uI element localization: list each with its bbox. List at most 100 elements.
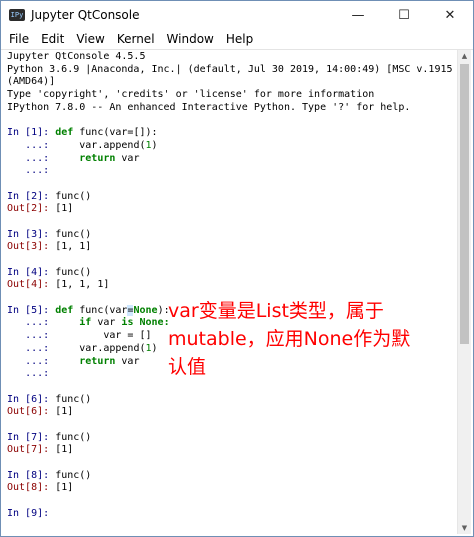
minimize-button[interactable]: — — [335, 1, 381, 29]
keyword: is — [121, 317, 134, 329]
input-prompt: In [2]: — [7, 190, 50, 202]
output-line: Out[4]: [1, 1, 1] — [7, 279, 453, 292]
menu-file[interactable]: File — [3, 32, 35, 46]
code-text: func() — [55, 431, 92, 443]
maximize-icon: ☐ — [398, 7, 410, 23]
vertical-scrollbar[interactable]: ▲ ▼ — [457, 50, 471, 534]
window-title: Jupyter QtConsole — [31, 8, 140, 22]
annotation-line: 认值 — [168, 356, 207, 378]
output-prompt: Out[4]: — [7, 279, 50, 291]
code-text: ) — [151, 342, 158, 354]
output-line: Out[3]: [1, 1] — [7, 241, 453, 254]
menu-kernel[interactable]: Kernel — [111, 32, 161, 46]
input-prompt: In [8]: — [7, 469, 50, 481]
menu-window[interactable]: Window — [161, 32, 220, 46]
output-line: Out[8]: [1] — [7, 482, 453, 495]
input-prompt: In [6]: — [7, 393, 50, 405]
code-text: var.append( — [79, 342, 146, 354]
input-line: In [4]: func() — [7, 267, 453, 280]
output-prompt: Out[7]: — [7, 444, 50, 456]
keyword: return — [79, 355, 116, 367]
banner-line: IPython 7.8.0 -- An enhanced Interactive… — [7, 101, 411, 113]
continuation-prompt: ...: — [25, 368, 50, 380]
keyword: if — [79, 317, 92, 329]
menu-help[interactable]: Help — [220, 32, 259, 46]
minimize-icon: — — [351, 7, 365, 23]
code-text: ) — [151, 139, 158, 151]
input-line: In [8]: func() — [7, 470, 453, 483]
output-value: [1, 1] — [55, 241, 92, 253]
output-line: Out[2]: [1] — [7, 203, 453, 216]
annotation-note: var变量是List类型，属于 mutable，应用None作为默 认值 — [168, 297, 468, 381]
menu-view[interactable]: View — [70, 32, 110, 46]
continuation-prompt: ...: — [25, 317, 50, 329]
banner-line: Type 'copyright', 'credits' or 'license'… — [7, 89, 375, 101]
continuation-line: ...: return var — [7, 153, 453, 166]
code-text: func() — [55, 190, 92, 202]
continuation-prompt: ...: — [25, 342, 50, 354]
input-line: In [2]: func() — [7, 191, 453, 204]
keyword: def — [55, 304, 74, 316]
current-input-line[interactable]: In [9]: — [7, 508, 453, 521]
continuation-prompt: ...: — [25, 152, 50, 164]
input-prompt: In [9]: — [7, 507, 50, 519]
continuation-prompt: ...: — [25, 330, 50, 342]
continuation-line: ...: var.append(1) — [7, 140, 453, 153]
continuation-prompt: ...: — [25, 355, 50, 367]
code-text: func() — [55, 266, 92, 278]
output-prompt: Out[2]: — [7, 203, 50, 215]
output-line: Out[6]: [1] — [7, 406, 453, 419]
output-value: [1] — [55, 444, 74, 456]
code-text: func() — [55, 228, 92, 240]
annotation-line: mutable，应用None作为默 — [168, 328, 411, 350]
annotation-line: var变量是List类型，属于 — [168, 300, 384, 322]
keyword-none: None — [133, 304, 158, 316]
console-output-area[interactable]: Jupyter QtConsole 4.5.5 Python 3.6.9 |An… — [3, 50, 457, 534]
code-text: func(var — [73, 304, 128, 316]
keyword: def — [55, 127, 74, 139]
menu-bar: File Edit View Kernel Window Help — [1, 29, 473, 50]
input-line: In [3]: func() — [7, 229, 453, 242]
output-line: Out[7]: [1] — [7, 444, 453, 457]
output-value: [1] — [55, 406, 74, 418]
continuation-prompt: ...: — [25, 165, 50, 177]
close-button[interactable]: ✕ — [427, 1, 473, 29]
output-prompt: Out[6]: — [7, 406, 50, 418]
code-text: var — [115, 355, 140, 367]
banner-line: (AMD64)] — [7, 76, 56, 88]
code-text: var — [91, 317, 122, 329]
continuation-line: ...: — [7, 165, 453, 178]
title-bar[interactable]: IPy Jupyter QtConsole — ☐ ✕ — [1, 1, 473, 29]
code-text: var = [] — [103, 330, 152, 342]
banner-line: Jupyter QtConsole 4.5.5 — [7, 51, 146, 62]
input-line: In [7]: func() — [7, 432, 453, 445]
input-line: In [1]: def func(var=[]): — [7, 127, 453, 140]
code-text: var — [115, 152, 140, 164]
continuation-prompt: ...: — [25, 139, 50, 151]
maximize-button[interactable]: ☐ — [381, 1, 427, 29]
output-value: [1] — [55, 482, 74, 494]
output-value: [1] — [55, 203, 74, 215]
menu-edit[interactable]: Edit — [35, 32, 70, 46]
keyword: return — [79, 152, 116, 164]
keyword-none: None: — [133, 317, 170, 329]
input-prompt: In [7]: — [7, 431, 50, 443]
input-prompt: In [1]: — [7, 127, 50, 139]
code-text: func() — [55, 393, 92, 405]
code-text: func(var=[]): — [73, 127, 158, 139]
code-text: func() — [55, 469, 92, 481]
output-prompt: Out[3]: — [7, 241, 50, 253]
output-value: [1, 1, 1] — [55, 279, 110, 291]
code-text: var.append( — [79, 139, 146, 151]
input-prompt: In [4]: — [7, 266, 50, 278]
input-prompt: In [5]: — [7, 304, 50, 316]
jupyter-app-icon: IPy — [9, 9, 25, 21]
output-prompt: Out[8]: — [7, 482, 50, 494]
scroll-down-icon[interactable]: ▼ — [458, 522, 471, 534]
banner-line: Python 3.6.9 |Anaconda, Inc.| (default, … — [7, 63, 457, 75]
qtconsole-window: IPy Jupyter QtConsole — ☐ ✕ File Edit Vi… — [0, 0, 474, 537]
scroll-up-icon[interactable]: ▲ — [458, 50, 471, 62]
close-icon: ✕ — [444, 7, 456, 23]
input-line: In [6]: func() — [7, 394, 453, 407]
input-prompt: In [3]: — [7, 228, 50, 240]
